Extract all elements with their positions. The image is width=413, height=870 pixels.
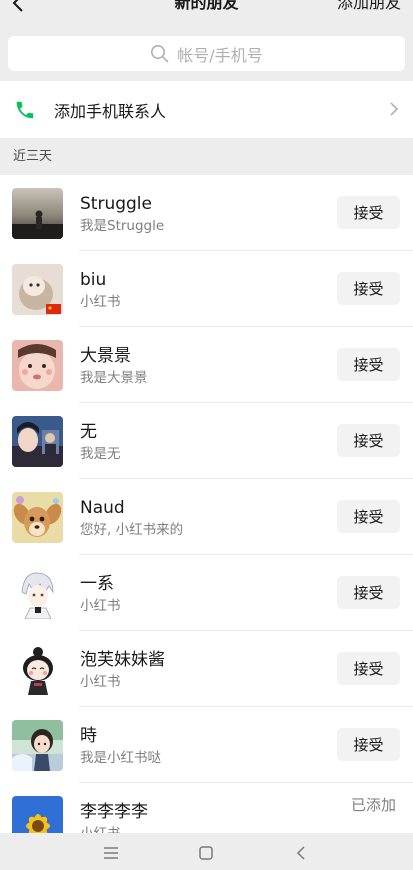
accept-button[interactable]: 接受 <box>337 272 400 305</box>
section-header-recent: 近三天 <box>0 139 413 175</box>
header: 新的朋友 添加朋友 <box>0 0 413 26</box>
avatar <box>12 264 63 315</box>
request-message: 小红书 <box>80 598 121 614</box>
avatar <box>12 568 63 619</box>
request-name: 泡芙妹妹酱 <box>80 650 165 670</box>
friend-request-row[interactable]: 无 我是无 接受 <box>0 403 413 479</box>
accept-button[interactable]: 接受 <box>337 348 400 381</box>
avatar <box>12 492 63 543</box>
accept-button[interactable]: 接受 <box>337 196 400 229</box>
menu-icon[interactable] <box>101 843 121 863</box>
search-input[interactable]: 帐号/手机号 <box>8 36 405 71</box>
request-message: 小红书 <box>80 825 121 833</box>
friend-request-row[interactable]: 泡芙妹妹酱 小红书 接受 <box>0 631 413 707</box>
avatar <box>12 340 63 391</box>
request-message: 您好, 小红书来的 <box>80 522 184 538</box>
accept-button[interactable]: 接受 <box>337 500 400 533</box>
add-phone-contacts-row[interactable]: 添加手机联系人 <box>0 81 413 138</box>
add-phone-contacts-label: 添加手机联系人 <box>54 101 167 121</box>
request-message: 小红书 <box>80 674 121 690</box>
friend-request-row[interactable]: 大景景 我是大景景 接受 <box>0 327 413 403</box>
chevron-right-icon <box>390 102 399 116</box>
request-name: 大景景 <box>80 346 131 366</box>
back-icon[interactable] <box>292 843 312 863</box>
add-friend-button[interactable]: 添加朋友 <box>337 0 401 14</box>
request-name: 李李李李 <box>80 802 148 822</box>
phone-icon <box>16 101 34 118</box>
accept-button[interactable]: 接受 <box>337 576 400 609</box>
friend-request-row[interactable]: Struggle 我是Struggle 接受 <box>0 175 413 251</box>
search-icon <box>151 45 169 63</box>
request-name: Naud <box>80 498 125 518</box>
request-message: 我是小红书哒 <box>80 750 161 766</box>
avatar <box>12 188 63 239</box>
friend-request-row[interactable]: 時 我是小红书哒 接受 <box>0 707 413 783</box>
search-placeholder: 帐号/手机号 <box>177 45 263 65</box>
request-message: 我是Struggle <box>80 218 165 234</box>
request-name: 時 <box>80 726 97 746</box>
avatar <box>12 644 63 695</box>
avatar <box>12 720 63 771</box>
request-message: 小红书 <box>80 294 121 310</box>
friend-request-row[interactable]: biu 小红书 接受 <box>0 251 413 327</box>
system-navbar <box>0 833 413 870</box>
friend-request-row[interactable]: 李李李李 小红书 已添加 <box>0 783 413 833</box>
request-name: 一系 <box>80 574 114 594</box>
request-message: 我是无 <box>80 446 121 462</box>
friend-request-row[interactable]: Naud 您好, 小红书来的 接受 <box>0 479 413 555</box>
avatar <box>12 796 63 833</box>
avatar <box>12 416 63 467</box>
request-name: biu <box>80 270 107 290</box>
friend-request-list: Struggle 我是Struggle 接受 biu 小红书 接受 大景景 我是… <box>0 175 413 833</box>
home-icon[interactable] <box>196 843 216 863</box>
added-status: 已添加 <box>350 796 396 814</box>
request-name: 无 <box>80 422 97 442</box>
friend-request-row[interactable]: 一系 小红书 接受 <box>0 555 413 631</box>
accept-button[interactable]: 接受 <box>337 424 400 457</box>
accept-button[interactable]: 接受 <box>337 728 400 761</box>
accept-button[interactable]: 接受 <box>337 652 400 685</box>
request-name: Struggle <box>80 194 152 214</box>
request-message: 我是大景景 <box>80 370 148 386</box>
